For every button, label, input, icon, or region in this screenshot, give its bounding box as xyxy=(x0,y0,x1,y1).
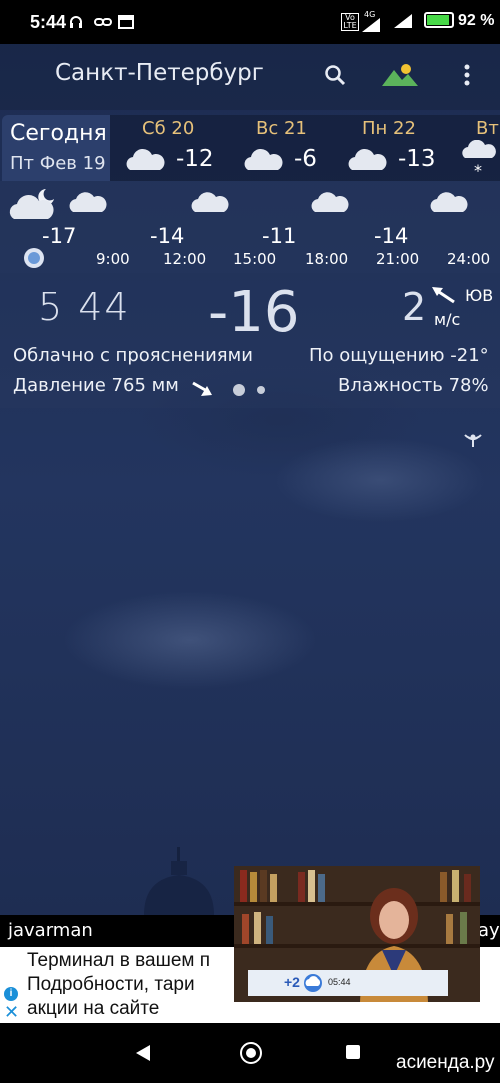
feels-like-text: По ощущению -21° xyxy=(309,345,489,366)
book xyxy=(270,874,277,902)
day-item[interactable]: Пн 22 -13 xyxy=(346,118,456,178)
book xyxy=(254,912,261,944)
day-name: Вс 21 xyxy=(256,118,307,139)
wind-unit: м/с xyxy=(434,310,461,329)
snow-cloud-icon: * xyxy=(460,139,500,178)
day-item[interactable]: Вт * xyxy=(460,118,500,178)
hourly-time: 24:00 xyxy=(447,250,491,268)
cathedral-dome-silhouette xyxy=(140,845,218,915)
home-icon[interactable] xyxy=(240,1042,262,1064)
ad-line[interactable]: Терминал в вашем п xyxy=(27,950,210,972)
book xyxy=(318,874,325,902)
cloud-icon xyxy=(189,190,229,218)
ad-line[interactable]: акции на сайте xyxy=(27,998,159,1020)
book xyxy=(266,916,273,944)
day-temp: -13 xyxy=(398,146,436,172)
tv-ticker: +2 05:44 xyxy=(248,970,448,996)
book xyxy=(464,874,471,902)
tv-ticker-time: 05:44 xyxy=(328,977,351,987)
humidity-text: Влажность 78% xyxy=(338,375,489,396)
calendar-icon xyxy=(118,14,134,34)
book xyxy=(242,914,249,944)
book xyxy=(250,872,257,902)
headphones-icon xyxy=(68,14,84,34)
recents-icon[interactable] xyxy=(346,1045,360,1059)
book xyxy=(298,872,305,902)
book xyxy=(446,914,453,944)
wind-speed: 2 xyxy=(402,285,427,329)
battery-level xyxy=(427,15,450,25)
book xyxy=(240,870,247,902)
day-name: Сб 20 xyxy=(142,118,195,139)
landscape-icon[interactable] xyxy=(380,60,420,90)
more-vert-icon[interactable] xyxy=(452,60,482,90)
wind-direction: ЮВ xyxy=(465,286,494,305)
page-indicator[interactable] xyxy=(257,386,265,394)
day-temp: -12 xyxy=(176,146,214,172)
book xyxy=(308,870,315,902)
day-item[interactable]: Сб 20 -12 xyxy=(124,118,234,178)
cloud-icon xyxy=(124,148,166,176)
ad-right-text: ay xyxy=(478,920,500,941)
link-icon xyxy=(94,14,112,34)
hourly-time: 12:00 xyxy=(163,250,207,268)
cloud-icon xyxy=(242,148,284,176)
hourly-temp: -17 xyxy=(42,224,77,248)
hourly-time: 18:00 xyxy=(305,250,349,268)
battery-icon xyxy=(424,12,454,28)
city-title[interactable]: Санкт-Петербург xyxy=(55,60,264,86)
condition-text: Облачно с прояснениями xyxy=(13,345,253,366)
book xyxy=(440,872,447,902)
hourly-time: 9:00 xyxy=(96,250,130,268)
status-time: 5:44 xyxy=(30,12,67,32)
pressure-text: Давление 765 мм xyxy=(13,375,179,396)
day-temp: -6 xyxy=(294,146,317,172)
volte-icon: Vo LTE xyxy=(341,13,359,31)
hourly-temp: -11 xyxy=(262,224,297,248)
tv-ticker-weather-icon xyxy=(302,973,324,997)
day-name: Пн 22 xyxy=(362,118,416,139)
signal-icon-2 xyxy=(394,14,412,32)
hourly-temp: -14 xyxy=(150,224,185,248)
ad-close-icon[interactable]: ✕ xyxy=(4,1002,19,1023)
cloud-moon-icon xyxy=(8,185,60,225)
book xyxy=(460,912,467,944)
signal-icon-1 xyxy=(362,18,380,36)
search-icon[interactable] xyxy=(320,60,350,90)
cloud-icon xyxy=(346,148,388,176)
cloud-icon xyxy=(309,190,349,218)
day-name: Вт xyxy=(476,118,499,139)
sunrise-time: 5 44 xyxy=(38,285,131,329)
ad-info-icon[interactable]: i xyxy=(4,987,18,1001)
hourly-temp: -14 xyxy=(374,224,409,248)
ad-line[interactable]: Подробности, тари xyxy=(27,974,195,996)
cloud-icon xyxy=(428,190,468,218)
pressure-trend-icon xyxy=(191,380,213,402)
day-today[interactable]: Сегодня Пт Фев 19 xyxy=(2,115,110,181)
hourly-time: 15:00 xyxy=(233,250,277,268)
current-time-marker xyxy=(24,248,44,268)
day-today-date: Пт Фев 19 xyxy=(10,153,106,174)
book xyxy=(260,870,267,902)
watermark: асиенда.ру xyxy=(396,1052,495,1073)
day-today-name: Сегодня xyxy=(10,121,107,146)
page-indicator-active[interactable] xyxy=(233,384,245,396)
svg-text:*: * xyxy=(474,161,482,178)
cloud-icon xyxy=(67,190,107,218)
back-icon[interactable] xyxy=(136,1045,150,1061)
wind-direction-icon xyxy=(432,286,456,310)
day-item[interactable]: Вс 21 -6 xyxy=(242,118,352,178)
broadcast-icon[interactable] xyxy=(462,428,484,452)
pip-video[interactable]: +2 05:44 xyxy=(234,866,480,1002)
ad-username: javarman xyxy=(8,920,93,941)
current-temperature: -16 xyxy=(208,280,300,345)
battery-percent: 92 % xyxy=(458,12,495,29)
hourly-time: 21:00 xyxy=(376,250,420,268)
book xyxy=(452,870,459,902)
tv-ticker-badge: +2 xyxy=(284,974,300,990)
